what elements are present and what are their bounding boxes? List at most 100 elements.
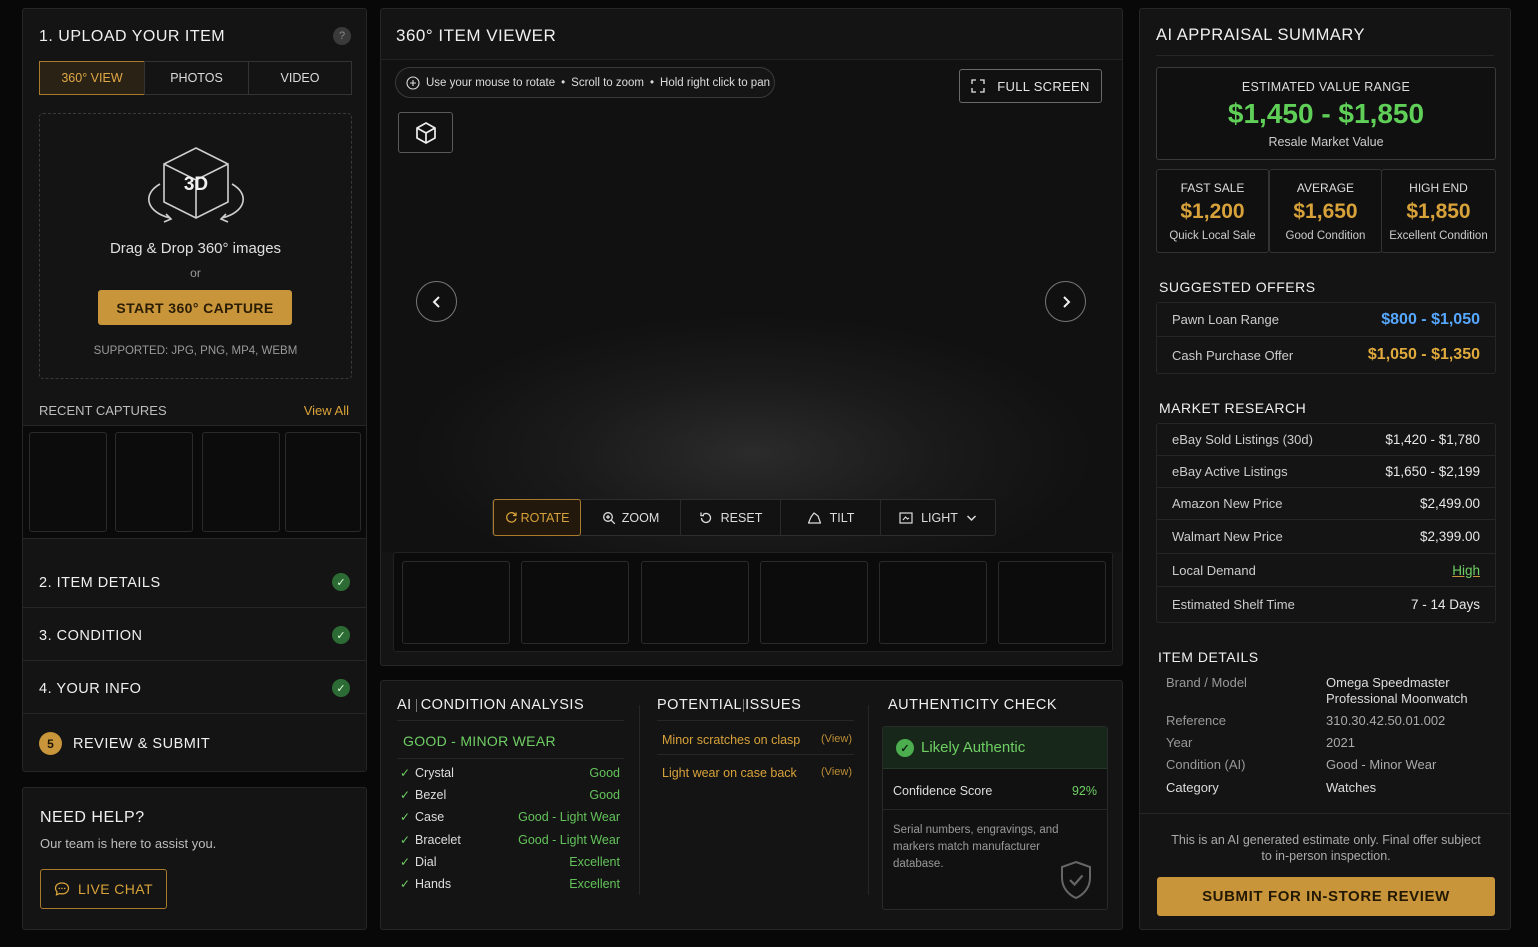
tier-label: AVERAGE bbox=[1296, 181, 1355, 195]
frame-thumb[interactable] bbox=[641, 561, 749, 644]
step-label: 2. ITEM DETAILS bbox=[39, 575, 161, 591]
authenticity-card: ✓ Likely Authentic Confidence Score 92% … bbox=[882, 726, 1108, 910]
frame-thumb[interactable] bbox=[760, 561, 868, 644]
zoom-icon bbox=[602, 512, 616, 525]
issue-text: Light wear on case back bbox=[662, 766, 797, 780]
tool-light[interactable]: LIGHT bbox=[881, 500, 995, 536]
hint-zoom: Scroll to zoom bbox=[571, 76, 645, 89]
condition-item: ✓ Dial Excellent bbox=[397, 854, 624, 874]
detail-label: Category bbox=[1166, 780, 1219, 795]
issue-view-link[interactable]: (View) bbox=[821, 766, 852, 778]
viewer-title: 360° ITEM VIEWER bbox=[396, 26, 557, 45]
issue-view-link[interactable]: (View) bbox=[821, 733, 852, 745]
drop-or: or bbox=[190, 266, 201, 280]
tier-card-average: AVERAGE $1,650 Good Condition bbox=[1269, 169, 1382, 253]
tool-tilt[interactable]: TILT bbox=[781, 500, 881, 536]
tool-zoom[interactable]: ZOOM bbox=[581, 500, 681, 536]
check-icon: ✓ bbox=[332, 626, 350, 644]
condition-item-value: Good bbox=[589, 766, 620, 780]
step-condition[interactable]: 3. CONDITION ✓ bbox=[23, 608, 366, 661]
full-screen-label: FULL SCREEN bbox=[997, 78, 1090, 94]
authenticity-title: AUTHENTICITY CHECK bbox=[888, 697, 1058, 713]
condition-item: ✓ Bezel Good bbox=[397, 787, 624, 807]
tilt-icon bbox=[807, 512, 821, 524]
detail-value: Omega Speedmaster Professional Moonwatch bbox=[1326, 675, 1468, 706]
live-chat-button[interactable]: LIVE CHAT bbox=[40, 869, 167, 909]
disclaimer: This is an AI generated estimate only. F… bbox=[1171, 833, 1481, 863]
tool-label: ZOOM bbox=[621, 511, 660, 525]
market-row: Estimated Shelf Time 7 - 14 Days bbox=[1157, 587, 1495, 622]
light-icon bbox=[899, 512, 913, 524]
appraisal-panel: AI APPRAISAL SUMMARY ESTIMATED VALUE RAN… bbox=[1139, 8, 1511, 930]
start-capture-button[interactable]: START 360° CAPTURE bbox=[98, 290, 292, 325]
view-all-link[interactable]: View All bbox=[304, 403, 349, 418]
viewer-toolbar: ROTATE ZOOM RESET TILT LIGHT bbox=[492, 499, 996, 536]
fullscreen-icon bbox=[971, 79, 985, 93]
recent-captures-strip bbox=[23, 425, 366, 539]
submit-review-button[interactable]: SUBMIT FOR IN-STORE REVIEW bbox=[1157, 877, 1495, 916]
step-item-details[interactable]: 2. ITEM DETAILS ✓ bbox=[23, 555, 366, 608]
help-icon[interactable]: ? bbox=[333, 27, 351, 45]
issue-item[interactable]: Light wear on case back (View) bbox=[657, 755, 854, 789]
viewer-canvas[interactable]: Use your mouse to rotate • Scroll to zoo… bbox=[382, 60, 1122, 552]
estimated-value-card: ESTIMATED VALUE RANGE $1,450 - $1,850 Re… bbox=[1156, 67, 1496, 160]
offers-title: SUGGESTED OFFERS bbox=[1159, 279, 1316, 295]
condition-item-name: Bezel bbox=[415, 788, 447, 803]
rotate-hint-icon bbox=[406, 75, 420, 90]
recent-capture-thumb[interactable] bbox=[202, 432, 280, 532]
detail-label: Brand / Model bbox=[1166, 675, 1247, 690]
offer-label: Cash Purchase Offer bbox=[1172, 347, 1294, 363]
issues-title: POTENTIAL ISSUES bbox=[657, 697, 802, 713]
prev-view-button[interactable] bbox=[416, 281, 457, 322]
tab-video[interactable]: VIDEO bbox=[248, 61, 352, 95]
hint-separator: • bbox=[561, 76, 566, 89]
market-label: Amazon New Price bbox=[1172, 496, 1283, 511]
hint-separator: • bbox=[650, 76, 655, 89]
market-list: eBay Sold Listings (30d) $1,420 - $1,780 e… bbox=[1156, 423, 1496, 623]
chevron-left-icon bbox=[432, 295, 440, 308]
condition-title: AI CONDITION ANALYSIS bbox=[397, 697, 585, 713]
frame-thumb[interactable] bbox=[402, 561, 510, 644]
tier-card-fast: FAST SALE $1,200 Quick Local Sale bbox=[1156, 169, 1269, 253]
next-view-button[interactable] bbox=[1045, 281, 1086, 322]
condition-item: ✓ Hands Excellent bbox=[397, 876, 624, 896]
frame-thumb[interactable] bbox=[521, 561, 629, 644]
recent-capture-thumb[interactable] bbox=[115, 432, 193, 532]
step-your-info[interactable]: 4. YOUR INFO ✓ bbox=[23, 661, 366, 714]
tab-360-view[interactable]: 360° VIEW bbox=[39, 61, 145, 95]
condition-item-value: Good bbox=[589, 788, 620, 803]
drop-zone[interactable]: 3D Drag & Drop 360° images or START 360°… bbox=[39, 113, 352, 379]
frame-thumb[interactable] bbox=[879, 561, 987, 644]
frame-thumb[interactable] bbox=[998, 561, 1106, 644]
live-chat-label: LIVE CHAT bbox=[78, 881, 153, 897]
check-icon: ✓ bbox=[400, 810, 411, 825]
tier-sub: Good Condition bbox=[1285, 230, 1366, 242]
cube-view-toggle[interactable] bbox=[398, 112, 453, 153]
issues-section: POTENTIAL ISSUES Minor scratches on clasp… bbox=[657, 695, 854, 815]
hint-pan: Hold right click to pan bbox=[660, 76, 770, 89]
tier-sub: Excellent Condition bbox=[1389, 230, 1488, 242]
tab-photos[interactable]: PHOTOS bbox=[144, 61, 249, 95]
issue-item[interactable]: Minor scratches on clasp (View) bbox=[657, 721, 854, 755]
tier-value: $1,850 bbox=[1406, 200, 1471, 223]
offer-row: Pawn Loan Range $800 - $1,050 bbox=[1157, 303, 1495, 337]
tool-label: TILT bbox=[829, 511, 855, 525]
recent-capture-thumb[interactable] bbox=[29, 432, 107, 532]
condition-item: ✓ Bracelet Good - Light Wear bbox=[397, 832, 624, 852]
step-label: 4. YOUR INFO bbox=[39, 681, 142, 697]
full-screen-button[interactable]: FULL SCREEN bbox=[959, 69, 1102, 103]
check-icon: ✓ bbox=[332, 679, 350, 697]
tool-rotate[interactable]: ROTATE bbox=[493, 499, 581, 536]
check-icon: ✓ bbox=[400, 788, 411, 803]
upload-title: 1. UPLOAD YOUR ITEM bbox=[39, 28, 226, 45]
market-row: Amazon New Price $2,499.00 bbox=[1157, 488, 1495, 520]
market-row: Walmart New Price $2,399.00 bbox=[1157, 520, 1495, 554]
tool-reset[interactable]: RESET bbox=[681, 500, 781, 536]
condition-item-value: Good - Light Wear bbox=[518, 810, 620, 825]
offer-label: Pawn Loan Range bbox=[1172, 312, 1279, 327]
upload-panel: 1. UPLOAD YOUR ITEM ? 360° VIEW PHOTOS V… bbox=[22, 8, 367, 772]
step-review-submit[interactable]: 5 REVIEW & SUBMIT bbox=[23, 714, 366, 771]
recent-capture-thumb[interactable] bbox=[285, 432, 361, 532]
help-text: Our team is here to assist you. bbox=[40, 836, 217, 851]
condition-section: AI CONDITION ANALYSIS GOOD - MINOR WEAR ✓… bbox=[397, 695, 624, 915]
